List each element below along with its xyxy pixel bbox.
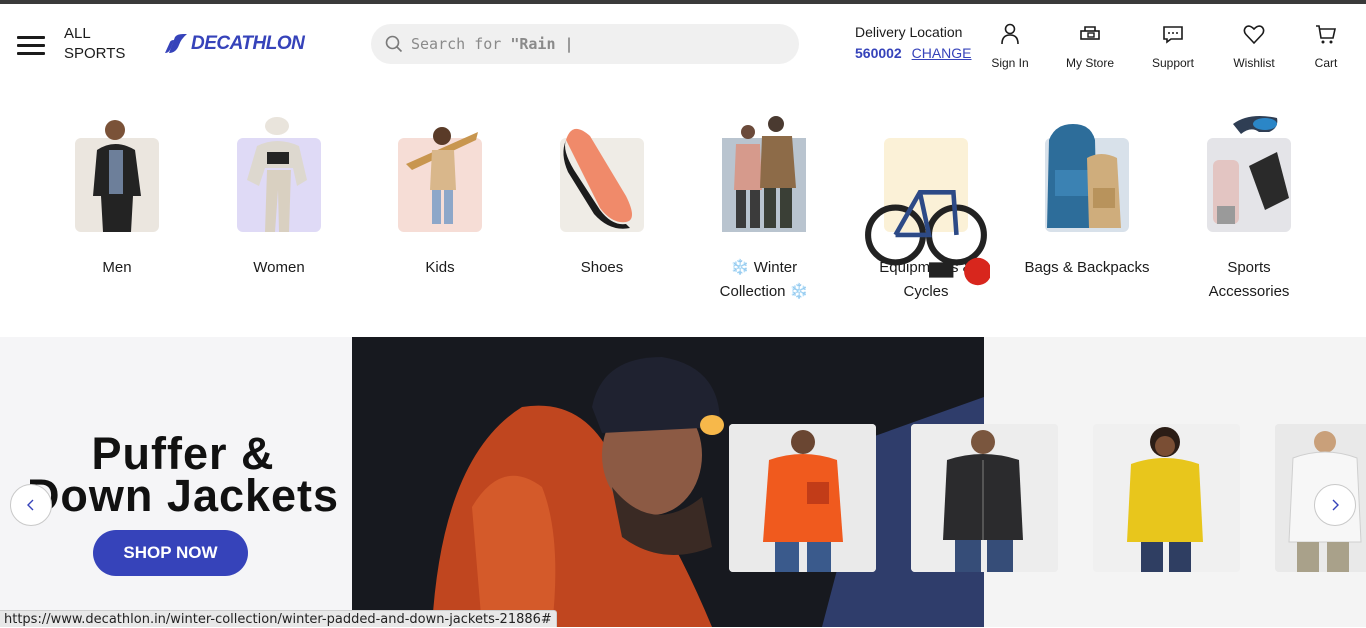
- search-icon: [385, 35, 403, 53]
- accessories-image: [1213, 116, 1289, 224]
- site-header: ALL SPORTS DECATHLON Search for "Rain | …: [0, 4, 1366, 80]
- delivery-pincode: 560002: [855, 45, 902, 61]
- wishlist-button[interactable]: Wishlist: [1214, 22, 1294, 70]
- decathlon-logo[interactable]: DECATHLON: [163, 32, 305, 56]
- kids-thumbnail: [398, 127, 482, 232]
- winter-image: [722, 116, 806, 232]
- category-label-accessories: Sports Accessories: [1208, 259, 1290, 300]
- wishlist-label: Wishlist: [1233, 56, 1275, 70]
- cart-icon: [1316, 25, 1336, 44]
- cart-button[interactable]: Cart: [1286, 22, 1366, 70]
- store-icon: [1080, 26, 1100, 40]
- category-label-bags: Bags & Backpacks: [1024, 259, 1150, 276]
- man-in-puffer-jacket-image: [352, 337, 984, 627]
- search-input[interactable]: Search for "Rain |: [371, 24, 799, 64]
- category-kids[interactable]: Kids: [359, 100, 521, 280]
- my-store-label: My Store: [1065, 56, 1114, 70]
- hero-title: Puffer & Down Jackets: [26, 428, 340, 521]
- chat-icon: [1163, 26, 1183, 44]
- category-label-women: Women: [253, 259, 305, 276]
- change-location-link[interactable]: CHANGE: [912, 45, 972, 61]
- user-icon: [1001, 23, 1019, 45]
- category-winter-collection[interactable]: ❄️ Winter Collection ❄️: [683, 100, 845, 304]
- heart-icon: [1243, 25, 1265, 45]
- category-label-shoes: Shoes: [580, 259, 624, 276]
- browser-status-url: https://www.decathlon.in/winter-collecti…: [0, 610, 557, 627]
- hero-photo: [352, 337, 984, 627]
- hero-text-panel: Puffer & Down Jackets SHOP NOW: [0, 337, 352, 627]
- bags-thumbnail: [1045, 124, 1129, 232]
- yellow-jacket-image: [1093, 424, 1240, 572]
- menu-icon[interactable]: [17, 34, 47, 56]
- category-label-men: Men: [102, 259, 132, 276]
- category-men[interactable]: Men: [36, 100, 198, 280]
- search-placeholder: Search for "Rain |: [411, 35, 574, 53]
- category-women[interactable]: Women: [198, 100, 360, 280]
- chevron-right-icon: [1332, 499, 1339, 511]
- shoes-thumbnail: [560, 128, 644, 232]
- kids-image: [406, 127, 478, 224]
- shop-now-button[interactable]: SHOP NOW: [93, 530, 248, 576]
- women-thumbnail: [237, 117, 321, 232]
- product-card-yellow-jacket[interactable]: [1093, 424, 1240, 572]
- hero-banner[interactable]: Puffer & Down Jackets SHOP NOW: [0, 337, 1366, 627]
- category-sports-accessories[interactable]: Sports Accessories: [1168, 100, 1330, 304]
- my-store-button[interactable]: My Store: [1050, 22, 1130, 70]
- category-shoes[interactable]: Shoes: [521, 100, 683, 280]
- all-sports-link[interactable]: ALL SPORTS: [64, 24, 134, 64]
- delivery-location: Delivery Location 560002 CHANGE: [855, 23, 972, 63]
- black-jacket-image: [911, 424, 1058, 572]
- product-card-black-jacket[interactable]: [911, 424, 1058, 572]
- category-equipments-cycles[interactable]: Equipments & Cycles: [845, 100, 1007, 304]
- men-thumbnail: [75, 120, 159, 232]
- carousel-prev-button[interactable]: [10, 484, 52, 526]
- sign-in-button[interactable]: Sign In: [970, 22, 1050, 70]
- category-label-winter: ❄️ Winter Collection ❄️: [719, 259, 809, 300]
- logo-mark-icon: [165, 34, 187, 53]
- product-card-orange-jacket[interactable]: [729, 424, 876, 572]
- carousel-next-button[interactable]: [1314, 484, 1356, 526]
- category-bags-backpacks[interactable]: Bags & Backpacks: [1006, 100, 1168, 280]
- sign-in-label: Sign In: [991, 56, 1029, 70]
- logo-text: DECATHLON: [191, 33, 305, 54]
- support-label: Support: [1151, 56, 1195, 70]
- cart-label: Cart: [1314, 56, 1338, 70]
- delivery-location-title: Delivery Location: [855, 24, 963, 40]
- bags-image: [1047, 124, 1121, 228]
- orange-jacket-image: [729, 424, 876, 572]
- accessories-thumbnail: [1207, 116, 1291, 232]
- category-label-kids: Kids: [425, 259, 455, 276]
- category-row: Men Women Kids Shoes ❄️ Winter Collectio…: [0, 100, 1366, 310]
- equipments-thumbnail: [865, 138, 990, 286]
- men-image: [93, 120, 141, 232]
- women-image: [247, 117, 307, 232]
- chevron-left-icon: [27, 499, 34, 511]
- equipments-image: [865, 189, 990, 286]
- support-button[interactable]: Support: [1133, 22, 1213, 70]
- winter-thumbnail: [722, 116, 806, 232]
- shoes-image: [563, 128, 632, 229]
